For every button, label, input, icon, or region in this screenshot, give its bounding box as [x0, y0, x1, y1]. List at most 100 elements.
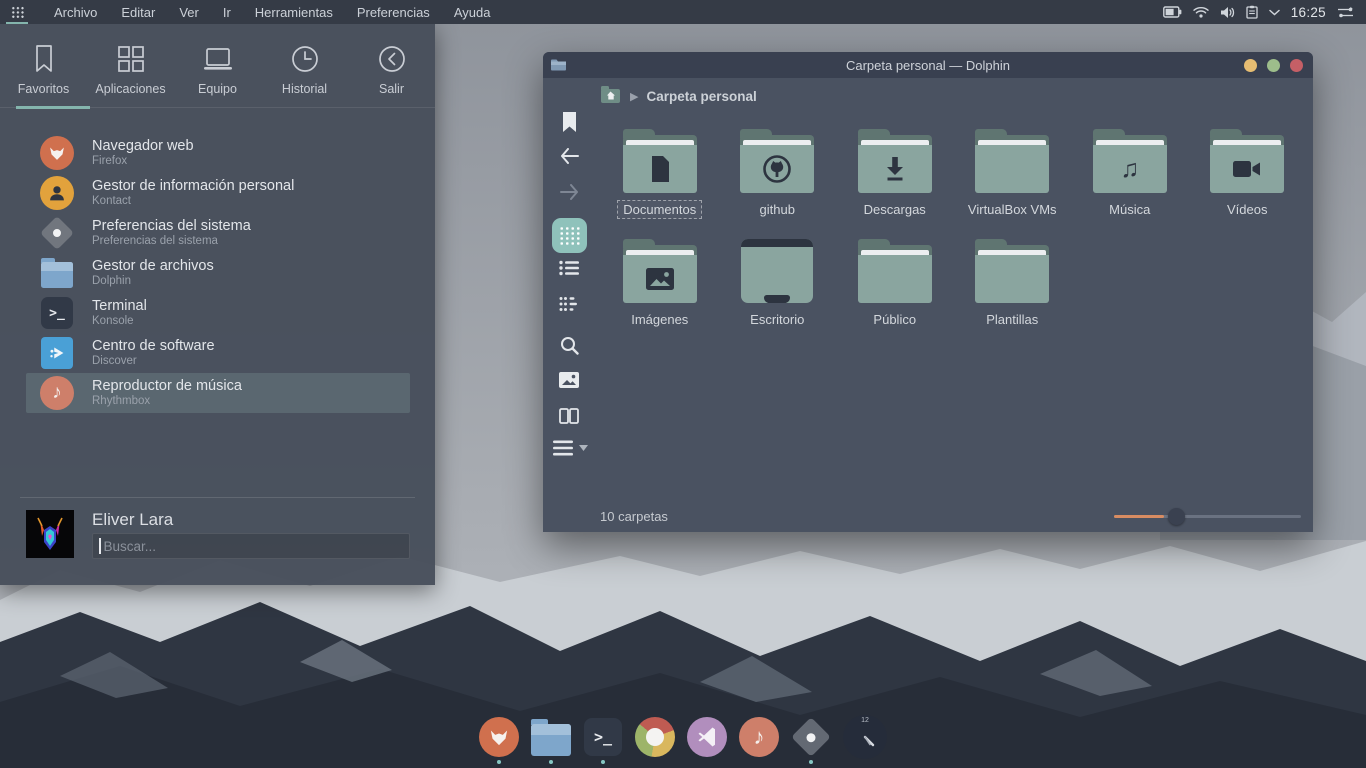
dock-item-vscode[interactable]	[687, 717, 727, 765]
app-item-firefox[interactable]: Navegador web Firefox	[0, 133, 435, 173]
folder-icon	[1210, 129, 1284, 193]
tab-aplicaciones[interactable]: Aplicaciones	[87, 24, 174, 108]
app-item-system-settings[interactable]: Preferencias del sistema Preferencias de…	[0, 213, 435, 253]
menu-ver[interactable]: Ver	[167, 1, 211, 24]
menu-ir[interactable]: Ir	[211, 1, 243, 24]
rhythmbox-icon: ♪	[40, 376, 74, 410]
preview-icon[interactable]	[543, 372, 595, 388]
app-launcher-button[interactable]	[0, 0, 34, 24]
tab-label: Historial	[282, 82, 327, 96]
folder-icon	[740, 129, 814, 193]
folder-musica[interactable]: ♫ Música	[1071, 118, 1189, 228]
user-name: Eliver Lara	[92, 510, 173, 530]
zoom-slider-handle[interactable]	[1168, 508, 1185, 525]
tab-historial[interactable]: Historial	[261, 24, 348, 108]
titlebar[interactable]: Carpeta personal — Dolphin	[543, 52, 1313, 78]
dock-item-clock-widget[interactable]: 12	[843, 715, 887, 767]
system-tray: 16:25	[1163, 5, 1366, 20]
avatar[interactable]	[26, 510, 74, 558]
app-subtitle: Dolphin	[92, 275, 214, 288]
app-title: Reproductor de música	[92, 378, 242, 395]
app-subtitle: Discover	[92, 355, 215, 368]
minimize-button[interactable]	[1244, 59, 1257, 72]
app-item-rhythmbox[interactable]: ♪ Reproductor de música Rhythmbox	[26, 373, 410, 413]
folder-icon	[531, 724, 571, 756]
folder-publico[interactable]: Público	[836, 228, 954, 338]
tab-equipo[interactable]: Equipo	[174, 24, 261, 108]
folder-videos[interactable]: Vídeos	[1189, 118, 1307, 228]
breadcrumb-location[interactable]: Carpeta personal	[646, 89, 756, 104]
folder-icon	[858, 129, 932, 193]
dock-item-system-settings[interactable]	[791, 717, 831, 765]
system-settings-icon	[40, 216, 74, 250]
back-icon[interactable]	[543, 148, 595, 164]
folder-github[interactable]: github	[719, 118, 837, 228]
app-subtitle: Konsole	[92, 315, 147, 328]
dock-item-konsole[interactable]: >_	[583, 717, 623, 765]
tab-salir[interactable]: Salir	[348, 24, 435, 108]
grid-view-icon[interactable]	[552, 218, 587, 253]
folder-label[interactable]: Público	[867, 310, 922, 329]
places-bookmark-icon[interactable]	[543, 112, 595, 133]
folder-escritorio[interactable]: Escritorio	[719, 228, 837, 338]
split-view-icon[interactable]	[543, 408, 595, 424]
close-button[interactable]	[1290, 59, 1303, 72]
volume-icon[interactable]	[1220, 6, 1235, 19]
battery-icon[interactable]	[1163, 6, 1182, 18]
zoom-slider[interactable]	[1114, 515, 1301, 518]
clipboard-icon[interactable]	[1246, 5, 1258, 19]
download-glyph-icon	[858, 145, 932, 193]
folder-label[interactable]: Música	[1103, 200, 1156, 219]
compact-view-icon[interactable]	[543, 296, 595, 312]
vscode-icon	[687, 717, 727, 757]
home-folder-icon[interactable]	[601, 89, 620, 103]
menu-editar[interactable]: Editar	[109, 1, 167, 24]
search-icon[interactable]	[543, 336, 595, 355]
folder-label[interactable]: Vídeos	[1221, 200, 1273, 219]
folder-label[interactable]: Imágenes	[625, 310, 694, 329]
folder-documentos[interactable]: Documentos	[601, 118, 719, 228]
active-tab-underline	[16, 106, 90, 109]
folder-label[interactable]: github	[754, 200, 801, 219]
folder-virtualbox-vms[interactable]: VirtualBox VMs	[954, 118, 1072, 228]
dock-item-rhythmbox[interactable]: ♪	[739, 717, 779, 765]
wifi-icon[interactable]	[1193, 6, 1209, 18]
menu-herramientas[interactable]: Herramientas	[243, 1, 345, 24]
app-item-dolphin[interactable]: Gestor de archivos Dolphin	[0, 253, 435, 293]
dock-item-firefox[interactable]	[479, 717, 519, 765]
folder-descargas[interactable]: Descargas	[836, 118, 954, 228]
folder-label[interactable]: Documentos	[617, 200, 702, 219]
folder-label[interactable]: VirtualBox VMs	[962, 200, 1063, 219]
image-glyph-icon	[623, 255, 697, 303]
search-box[interactable]	[92, 533, 410, 559]
folder-label[interactable]: Plantillas	[980, 310, 1044, 329]
favorites-app-list: Navegador web Firefox Gestor de informac…	[0, 133, 435, 413]
folder-plantillas[interactable]: Plantillas	[954, 228, 1072, 338]
chevron-down-icon[interactable]	[1269, 9, 1280, 16]
app-item-discover[interactable]: Centro de software Discover	[0, 333, 435, 373]
dock-item-chromium[interactable]	[635, 717, 675, 765]
clock-text[interactable]: 16:25	[1291, 5, 1326, 20]
menu-preferencias[interactable]: Preferencias	[345, 1, 442, 24]
app-item-konsole[interactable]: >_ Terminal Konsole	[0, 293, 435, 333]
menu-ayuda[interactable]: Ayuda	[442, 1, 503, 24]
tweaks-icon[interactable]	[1337, 6, 1354, 19]
menu-archivo[interactable]: Archivo	[42, 1, 109, 24]
forward-icon[interactable]	[543, 184, 595, 200]
tab-favoritos[interactable]: Favoritos	[0, 24, 87, 108]
folder-label[interactable]: Escritorio	[744, 310, 810, 329]
application-launcher-panel: Favoritos Aplicaciones Equipo Historial	[0, 24, 435, 585]
user-divider	[20, 497, 415, 498]
breadcrumb-chevron-icon: ▶	[630, 90, 638, 103]
menu-icon[interactable]	[553, 440, 588, 456]
tab-label: Salir	[379, 82, 404, 96]
list-view-icon[interactable]	[543, 260, 595, 276]
breadcrumb: ▶ Carpeta personal	[595, 78, 757, 114]
search-input[interactable]	[101, 539, 410, 554]
maximize-button[interactable]	[1267, 59, 1280, 72]
grid-icon	[117, 44, 145, 74]
dock-item-dolphin[interactable]	[531, 717, 571, 765]
folder-label[interactable]: Descargas	[858, 200, 932, 219]
app-item-kontact[interactable]: Gestor de información personal Kontact	[0, 173, 435, 213]
folder-imagenes[interactable]: Imágenes	[601, 228, 719, 338]
